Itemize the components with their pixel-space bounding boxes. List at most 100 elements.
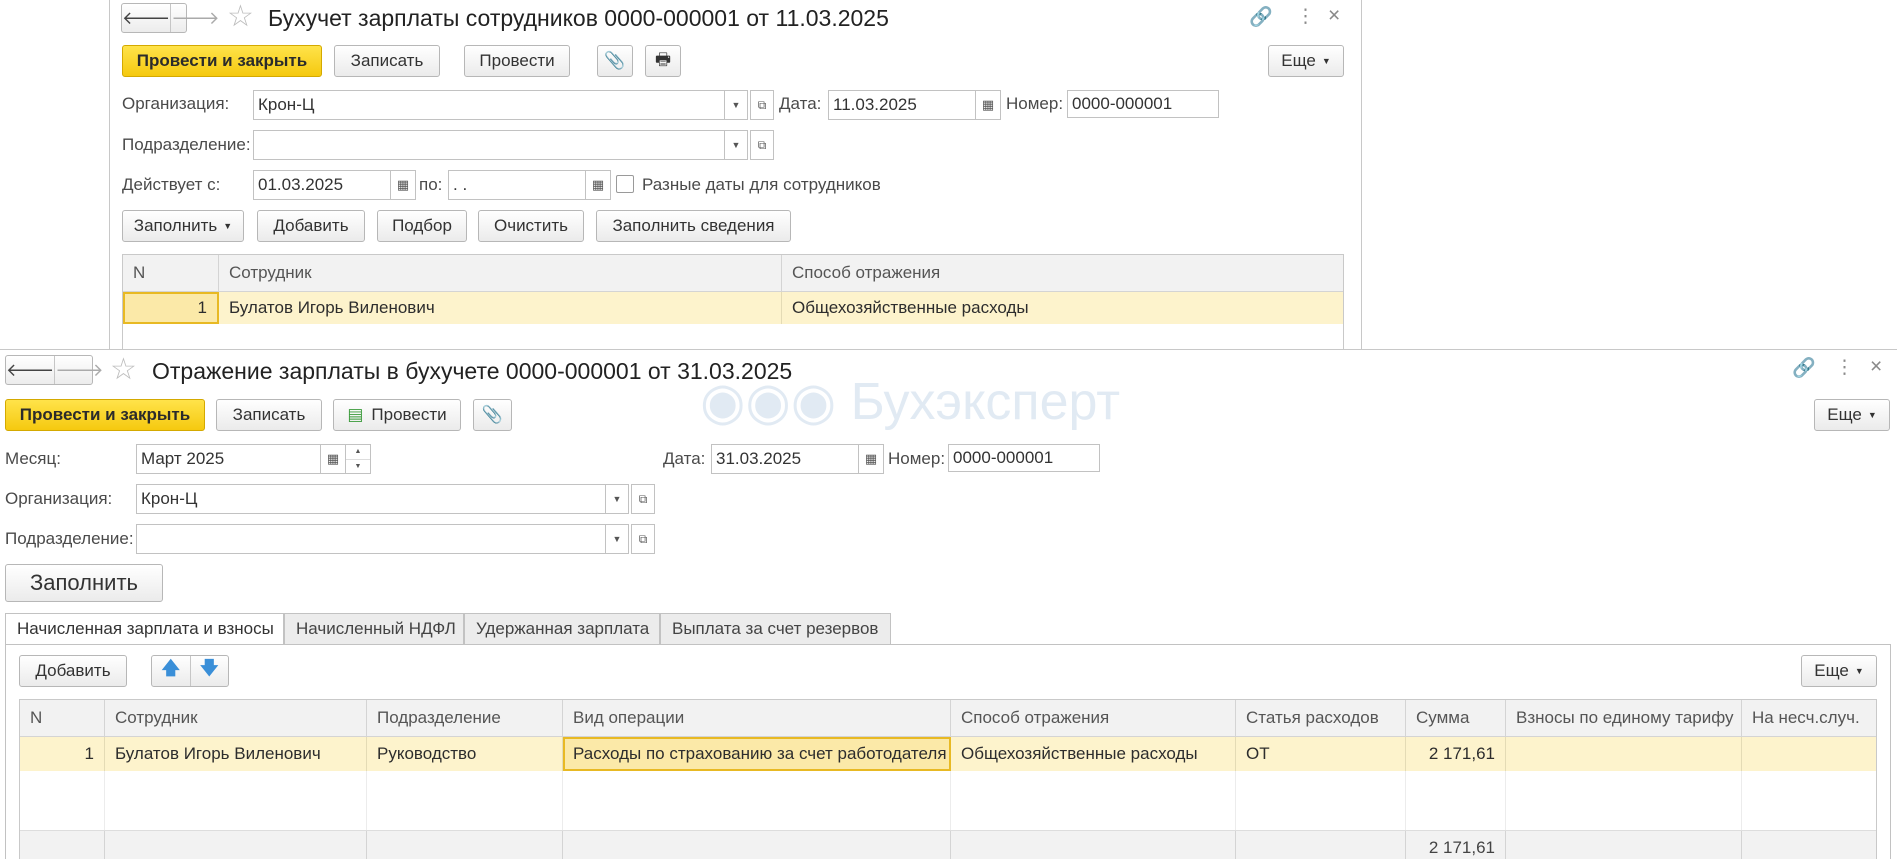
forward-arrow-icon[interactable]: 🡒 <box>54 356 104 384</box>
column-header-method[interactable]: Способ отражения <box>782 255 1343 291</box>
back-arrow-icon[interactable]: 🡐 <box>122 4 170 32</box>
link-icon[interactable]: 🔗 <box>1249 5 1273 29</box>
tab-reserve-payment[interactable]: Выплата за счет резервов <box>660 613 891 645</box>
clear-button[interactable]: Очистить <box>478 210 584 242</box>
empty-cell <box>1406 771 1506 830</box>
chevron-down-icon: ▼ <box>1867 410 1877 420</box>
column-header-sum[interactable]: Сумма <box>1406 700 1506 736</box>
valid-to-input[interactable]: . . <box>448 170 586 200</box>
column-header-expense-item[interactable]: Статья расходов <box>1236 700 1406 736</box>
empty-cell <box>20 771 105 830</box>
table-more-button[interactable]: Еще ▼ <box>1801 655 1877 687</box>
tab-accrued-salary[interactable]: Начисленная зарплата и взносы <box>5 613 284 645</box>
department-input[interactable] <box>136 524 606 554</box>
column-header-n[interactable]: N <box>123 255 219 291</box>
post-and-close-button[interactable]: Провести и закрыть <box>122 45 322 77</box>
add-button[interactable]: Добавить <box>257 210 365 242</box>
dropdown-icon[interactable]: ▼ <box>606 484 629 514</box>
cell-method[interactable]: Общехозяйственные расходы <box>951 737 1236 771</box>
attach-paperclip-icon[interactable]: 📎 <box>597 45 633 77</box>
column-header-employee[interactable]: Сотрудник <box>105 700 367 736</box>
link-icon[interactable]: 🔗 <box>1792 356 1816 380</box>
close-icon[interactable]: × <box>1870 355 1882 379</box>
month-input[interactable]: Март 2025 <box>136 444 321 474</box>
organization-input[interactable]: Крон-Ц <box>136 484 606 514</box>
calendar-icon[interactable]: ▦ <box>586 170 611 200</box>
dropdown-icon[interactable]: ▼ <box>606 524 629 554</box>
post-button[interactable]: ▤ Провести <box>333 399 461 431</box>
post-and-close-button[interactable]: Провести и закрыть <box>5 399 205 431</box>
save-button[interactable]: Записать <box>334 45 440 77</box>
favorite-star-icon[interactable]: ☆ <box>227 2 254 32</box>
spin-down-icon[interactable]: ▼ <box>346 460 370 474</box>
dropdown-icon[interactable]: ▼ <box>725 90 748 120</box>
fill-info-button[interactable]: Заполнить сведения <box>596 210 791 242</box>
forward-arrow-icon[interactable]: 🡒 <box>170 4 220 32</box>
print-icon[interactable]: 🖶 <box>645 45 681 77</box>
save-button[interactable]: Записать <box>216 399 322 431</box>
cell-department[interactable]: Руководство <box>367 737 563 771</box>
cell-contributions[interactable] <box>1506 737 1742 771</box>
fill-button[interactable]: Заполнить <box>5 564 163 602</box>
calendar-icon[interactable]: ▦ <box>321 444 346 474</box>
cell-employee[interactable]: Булатов Игорь Виленович <box>105 737 367 771</box>
cell-accident[interactable] <box>1742 737 1876 771</box>
more-button[interactable]: Еще ▼ <box>1268 45 1344 77</box>
column-header-contributions[interactable]: Взносы по единому тарифу <box>1506 700 1742 736</box>
cell-employee[interactable]: Булатов Игорь Виленович <box>219 292 782 324</box>
spin-up-icon[interactable]: ▲ <box>346 445 370 460</box>
open-icon[interactable]: ⧉ <box>750 90 774 120</box>
table-row[interactable]: 1 Булатов Игорь Виленович Руководство Ра… <box>20 737 1876 771</box>
post-button[interactable]: Провести <box>464 45 570 77</box>
nav-buttons: 🡐 🡒 <box>121 3 220 33</box>
footer-cell <box>1236 831 1406 859</box>
more-button[interactable]: Еще ▼ <box>1814 399 1890 431</box>
tab-withheld-salary[interactable]: Удержанная зарплата <box>464 613 660 645</box>
post-document-icon: ▤ <box>347 405 364 424</box>
add-button[interactable]: Добавить <box>19 655 127 687</box>
open-icon[interactable]: ⧉ <box>631 484 655 514</box>
date-input[interactable]: 31.03.2025 <box>711 444 859 474</box>
cell-n[interactable]: 1 <box>123 292 219 324</box>
back-arrow-icon[interactable]: 🡐 <box>6 356 54 384</box>
close-icon[interactable]: × <box>1328 4 1340 28</box>
tab-accrued-ndfl[interactable]: Начисленный НДФЛ <box>284 613 464 645</box>
number-label: Номер: <box>1006 94 1064 113</box>
column-header-operation[interactable]: Вид операции <box>563 700 951 736</box>
month-spinner[interactable]: ▲ ▼ <box>346 444 371 474</box>
number-input[interactable]: 0000-000001 <box>1067 90 1219 118</box>
number-input[interactable]: 0000-000001 <box>948 444 1100 472</box>
favorite-star-icon[interactable]: ☆ <box>110 355 137 385</box>
calendar-icon[interactable]: ▦ <box>976 90 1001 120</box>
more-menu-icon[interactable]: ⋮ <box>1835 356 1854 379</box>
more-menu-icon[interactable]: ⋮ <box>1296 5 1315 28</box>
open-icon[interactable]: ⧉ <box>750 130 774 160</box>
column-header-method[interactable]: Способ отражения <box>951 700 1236 736</box>
footer-cell <box>563 831 951 859</box>
fill-button[interactable]: Заполнить ▼ <box>122 210 244 242</box>
move-up-arrow-icon[interactable]: 🡅 <box>152 656 191 686</box>
organization-input[interactable]: Крон-Ц <box>253 90 725 120</box>
column-header-accident[interactable]: На несч.случ. <box>1742 700 1876 736</box>
cell-operation[interactable]: Расходы по страхованию за счет работодат… <box>563 737 951 771</box>
cell-sum[interactable]: 2 171,61 <box>1406 737 1506 771</box>
cell-expense-item[interactable]: ОТ <box>1236 737 1406 771</box>
chevron-down-icon: ▼ <box>1321 56 1331 66</box>
date-input[interactable]: 11.03.2025 <box>828 90 976 120</box>
open-icon[interactable]: ⧉ <box>631 524 655 554</box>
calendar-icon[interactable]: ▦ <box>859 444 884 474</box>
attach-paperclip-icon[interactable]: 📎 <box>473 399 512 431</box>
select-button[interactable]: Подбор <box>377 210 467 242</box>
dropdown-icon[interactable]: ▼ <box>725 130 748 160</box>
cell-method[interactable]: Общехозяйственные расходы <box>782 292 1343 324</box>
column-header-employee[interactable]: Сотрудник <box>219 255 782 291</box>
table-row[interactable]: 1 Булатов Игорь Виленович Общехозяйствен… <box>123 292 1343 324</box>
column-header-n[interactable]: N <box>20 700 105 736</box>
column-header-department[interactable]: Подразделение <box>367 700 563 736</box>
department-input[interactable] <box>253 130 725 160</box>
move-down-arrow-icon[interactable]: 🡇 <box>191 656 229 686</box>
different-dates-checkbox[interactable] <box>616 175 634 193</box>
cell-n[interactable]: 1 <box>20 737 105 771</box>
valid-from-input[interactable]: 01.03.2025 <box>253 170 391 200</box>
calendar-icon[interactable]: ▦ <box>391 170 416 200</box>
